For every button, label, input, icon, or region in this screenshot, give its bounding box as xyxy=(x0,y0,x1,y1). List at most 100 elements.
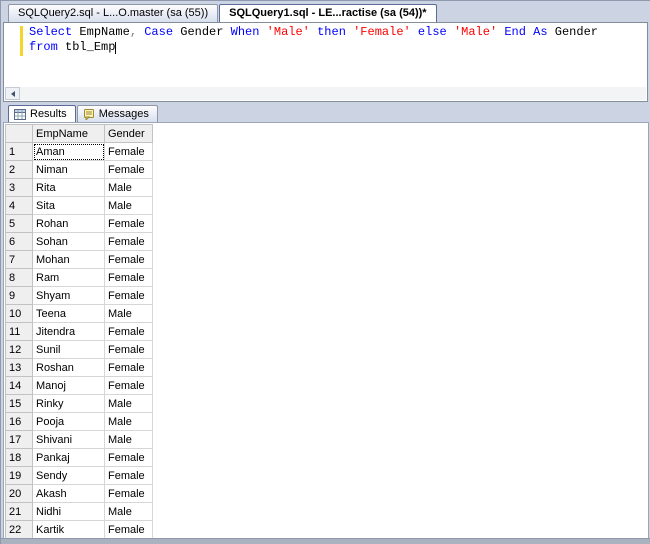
sql-editor[interactable]: Select EmpName, Case Gender When 'Male' … xyxy=(3,22,648,102)
cell-gender[interactable]: Female xyxy=(104,520,153,539)
cell-gender[interactable]: Female xyxy=(104,322,153,341)
cell-empname[interactable]: Rohan xyxy=(32,214,105,233)
cell-gender[interactable]: Female xyxy=(104,232,153,251)
cell-gender[interactable]: Female xyxy=(104,340,153,359)
grid-header-row: EmpName Gender xyxy=(5,124,153,143)
row-number-cell[interactable]: 12 xyxy=(5,340,33,359)
cell-empname[interactable]: Ram xyxy=(32,268,105,287)
text-cursor xyxy=(115,42,117,54)
row-number-cell[interactable]: 4 xyxy=(5,196,33,215)
cell-empname[interactable]: Roshan xyxy=(32,358,105,377)
ssms-window: SQLQuery2.sql - L...O.master (sa (55)) S… xyxy=(0,0,650,544)
row-number-cell[interactable]: 19 xyxy=(5,466,33,485)
cell-gender[interactable]: Male xyxy=(104,430,153,449)
scroll-left-button[interactable] xyxy=(5,87,20,100)
changed-lines-bar xyxy=(20,26,23,56)
cell-gender[interactable]: Female xyxy=(104,466,153,485)
table-row: 15 Rinky Male xyxy=(5,394,153,413)
cell-gender[interactable]: Female xyxy=(104,358,153,377)
cell-gender[interactable]: Female xyxy=(104,160,153,179)
row-number-cell[interactable]: 9 xyxy=(5,286,33,305)
table-row: 17 Shivani Male xyxy=(5,430,153,449)
cell-gender[interactable]: Female xyxy=(104,376,153,395)
cell-empname[interactable]: Shivani xyxy=(32,430,105,449)
row-number-cell[interactable]: 21 xyxy=(5,502,33,521)
tab-sqlquery2[interactable]: SQLQuery2.sql - L...O.master (sa (55)) xyxy=(8,4,219,22)
cell-empname[interactable]: Manoj xyxy=(32,376,105,395)
table-row: 8 Ram Female xyxy=(5,268,153,287)
cell-empname[interactable]: Kartik xyxy=(32,520,105,539)
column-header-gender[interactable]: Gender xyxy=(104,124,153,143)
cell-gender[interactable]: Male xyxy=(104,502,153,521)
tab-messages[interactable]: Messages xyxy=(76,105,158,122)
cell-empname[interactable]: Nidhi xyxy=(32,502,105,521)
column-header-empname[interactable]: EmpName xyxy=(32,124,105,143)
cell-empname[interactable]: Rinky xyxy=(32,394,105,413)
code-line[interactable]: from tbl_Emp xyxy=(29,40,645,55)
row-number-cell[interactable]: 14 xyxy=(5,376,33,395)
code-token: Case xyxy=(144,25,174,39)
table-row: 7 Mohan Female xyxy=(5,250,153,269)
row-number-cell[interactable]: 10 xyxy=(5,304,33,323)
cell-gender[interactable]: Female xyxy=(104,484,153,503)
row-number-cell[interactable]: 5 xyxy=(5,214,33,233)
table-row: 3 Rita Male xyxy=(5,178,153,197)
code-token: 'Male' xyxy=(453,25,498,39)
cell-gender[interactable]: Female xyxy=(104,250,153,269)
row-number-cell[interactable]: 6 xyxy=(5,232,33,251)
grid-corner-cell[interactable] xyxy=(5,124,33,143)
cell-empname[interactable]: Sohan xyxy=(32,232,105,251)
row-number-cell[interactable]: 16 xyxy=(5,412,33,431)
cell-empname[interactable]: Pankaj xyxy=(32,448,105,467)
cell-empname[interactable]: Jitendra xyxy=(32,322,105,341)
cell-gender[interactable]: Female xyxy=(104,268,153,287)
row-number-cell[interactable]: 18 xyxy=(5,448,33,467)
row-number-cell[interactable]: 3 xyxy=(5,178,33,197)
row-number-cell[interactable]: 22 xyxy=(5,520,33,539)
cell-empname[interactable]: Rita xyxy=(32,178,105,197)
table-row: 14 Manoj Female xyxy=(5,376,153,395)
row-number-cell[interactable]: 13 xyxy=(5,358,33,377)
tab-sqlquery1[interactable]: SQLQuery1.sql - LE...ractise (sa (54))* xyxy=(219,4,437,22)
cell-empname[interactable]: Niman xyxy=(32,160,105,179)
code-token: 'Female' xyxy=(353,25,411,39)
cell-empname[interactable]: Mohan xyxy=(32,250,105,269)
cell-empname[interactable]: Teena xyxy=(32,304,105,323)
cell-empname[interactable]: Sendy xyxy=(32,466,105,485)
cell-gender[interactable]: Male xyxy=(104,394,153,413)
cell-gender[interactable]: Male xyxy=(104,196,153,215)
row-number-cell[interactable]: 8 xyxy=(5,268,33,287)
cell-empname[interactable]: Sunil xyxy=(32,340,105,359)
cell-empname[interactable]: Pooja xyxy=(32,412,105,431)
cell-gender[interactable]: Female xyxy=(104,448,153,467)
row-number-cell[interactable]: 2 xyxy=(5,160,33,179)
tab-results[interactable]: Results xyxy=(8,105,76,122)
table-row: 12 Sunil Female xyxy=(5,340,153,359)
cell-gender[interactable]: Female xyxy=(104,214,153,233)
code-line[interactable]: Select EmpName, Case Gender When 'Male' … xyxy=(29,25,645,40)
results-horizontal-scrollbar[interactable] xyxy=(1,538,650,544)
table-row: 19 Sendy Female xyxy=(5,466,153,485)
row-number-cell[interactable]: 17 xyxy=(5,430,33,449)
cell-gender[interactable]: Female xyxy=(104,142,153,161)
cell-empname[interactable]: Akash xyxy=(32,484,105,503)
row-number-cell[interactable]: 7 xyxy=(5,250,33,269)
cell-gender[interactable]: Female xyxy=(104,286,153,305)
row-number-cell[interactable]: 11 xyxy=(5,322,33,341)
editor-horizontal-scrollbar[interactable] xyxy=(5,87,646,100)
cell-gender[interactable]: Male xyxy=(104,304,153,323)
cell-empname[interactable]: Aman xyxy=(32,142,105,161)
code-lines[interactable]: Select EmpName, Case Gender When 'Male' … xyxy=(29,25,645,55)
code-token: 'Male' xyxy=(266,25,310,39)
row-number-cell[interactable]: 15 xyxy=(5,394,33,413)
cell-empname[interactable]: Sita xyxy=(32,196,105,215)
row-number-cell[interactable]: 1 xyxy=(5,142,33,161)
row-number-cell[interactable]: 20 xyxy=(5,484,33,503)
table-row: 4 Sita Male xyxy=(5,196,153,215)
cell-gender[interactable]: Male xyxy=(104,178,153,197)
cell-gender[interactable]: Male xyxy=(104,412,153,431)
table-row: 1 Aman Female xyxy=(5,142,153,161)
cell-empname[interactable]: Shyam xyxy=(32,286,105,305)
